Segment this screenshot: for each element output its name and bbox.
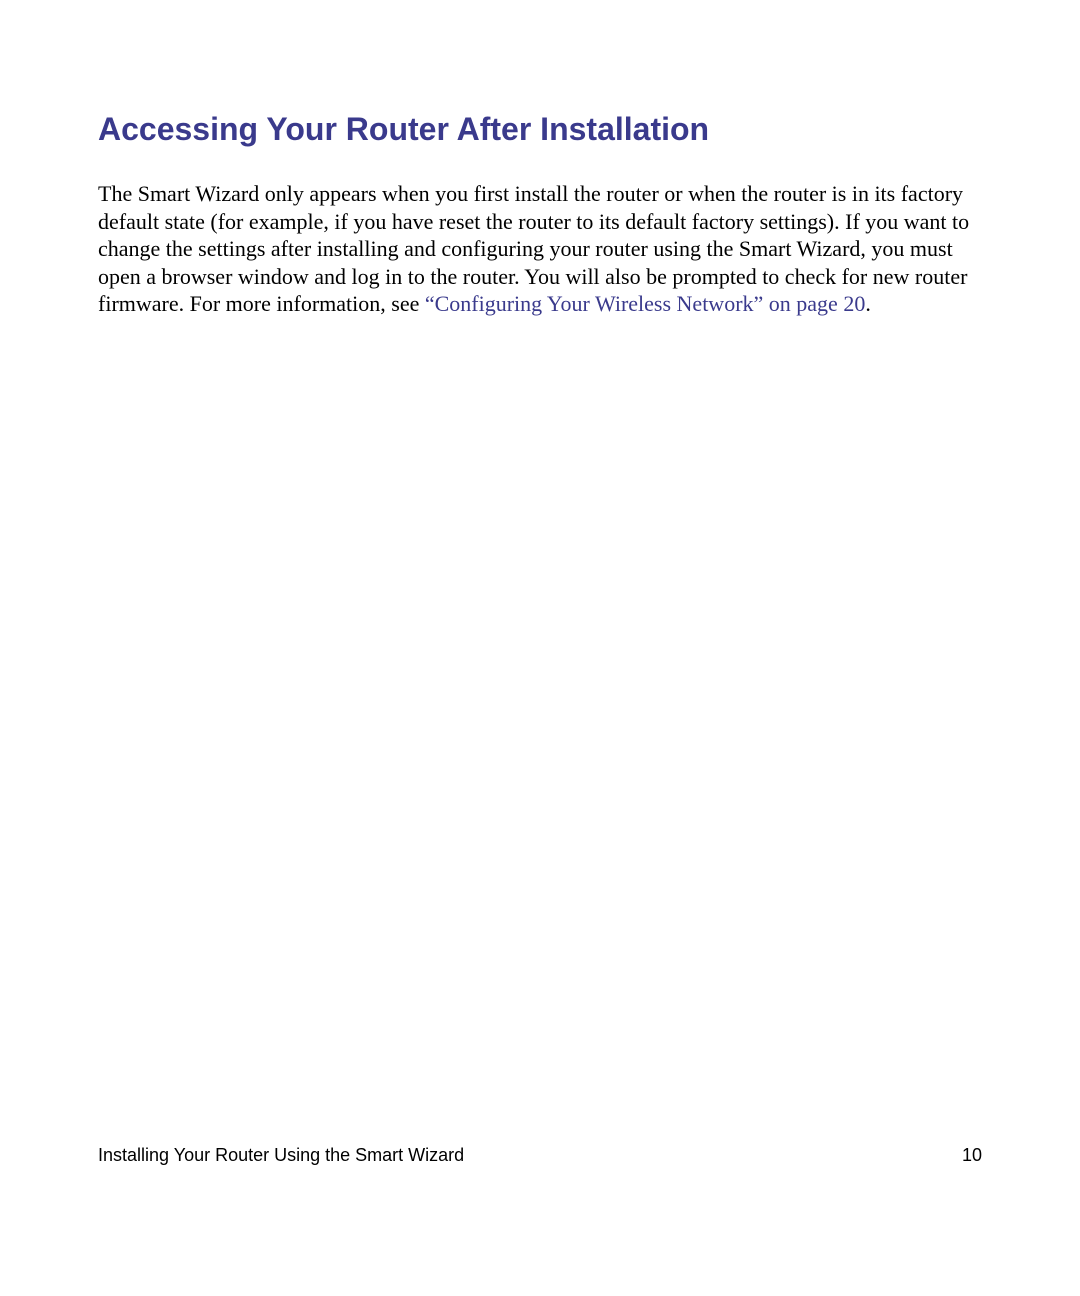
page-footer: Installing Your Router Using the Smart W… [98, 1145, 982, 1166]
paragraph-text-after: . [865, 291, 871, 316]
footer-page-number: 10 [962, 1145, 982, 1166]
section-heading: Accessing Your Router After Installation [98, 110, 982, 148]
footer-chapter-title: Installing Your Router Using the Smart W… [98, 1145, 464, 1166]
body-paragraph: The Smart Wizard only appears when you f… [98, 180, 982, 318]
cross-reference-link[interactable]: “Configuring Your Wireless Network” on p… [425, 291, 865, 316]
